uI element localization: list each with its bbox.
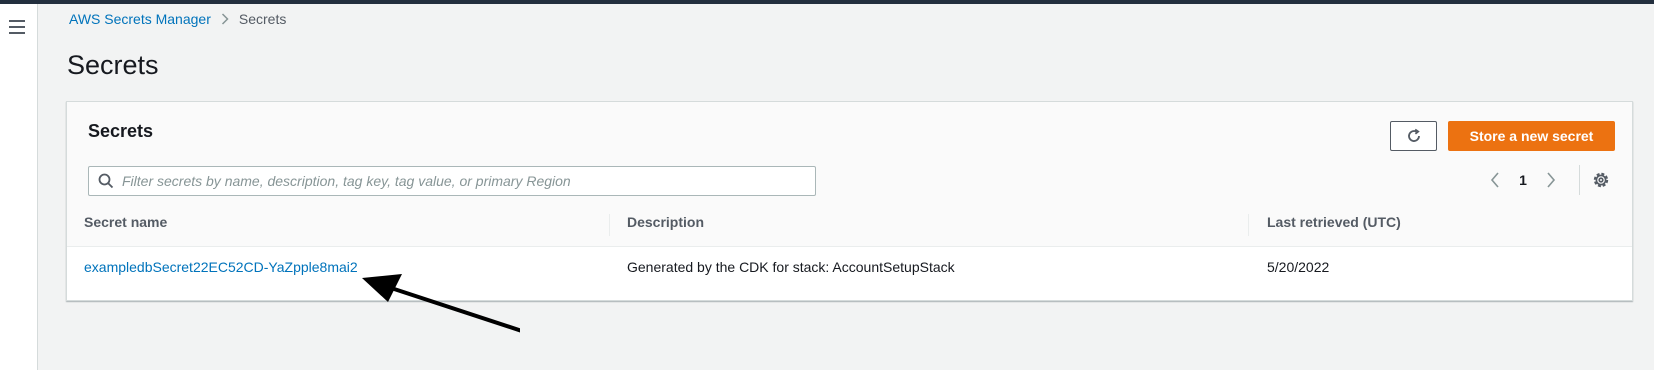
column-header-description[interactable]: Description xyxy=(627,214,704,230)
secret-description: Generated by the CDK for stack: AccountS… xyxy=(627,259,955,275)
search-field[interactable] xyxy=(88,166,816,196)
secret-name-link[interactable]: exampledbSecret22EC52CD-YaZpple8mai2 xyxy=(84,259,358,275)
refresh-button[interactable] xyxy=(1390,121,1437,151)
column-divider xyxy=(1248,214,1249,236)
panel-title: Secrets xyxy=(88,121,154,141)
annotation-arrow-icon xyxy=(362,274,520,333)
previous-page-icon[interactable] xyxy=(1485,172,1505,188)
breadcrumb-current: Secrets xyxy=(238,11,287,27)
column-header-secret-name[interactable]: Secret name xyxy=(84,214,167,230)
current-page-number[interactable]: 1 xyxy=(1505,172,1541,188)
divider xyxy=(1579,165,1580,195)
breadcrumb: AWS Secrets Manager Secrets xyxy=(69,11,286,27)
secret-last-retrieved: 5/20/2022 xyxy=(1267,259,1330,275)
chevron-right-icon xyxy=(221,13,229,25)
secrets-panel: Secrets Store a new secret 1 xyxy=(66,101,1633,301)
search-input[interactable] xyxy=(122,173,802,189)
column-header-last-retrieved[interactable]: Last retrieved (UTC) xyxy=(1267,214,1401,230)
refresh-icon xyxy=(1407,128,1420,142)
pagination: 1 xyxy=(1485,167,1561,193)
search-icon xyxy=(98,173,114,189)
left-nav-rail xyxy=(0,4,38,370)
hamburger-menu-icon[interactable] xyxy=(9,20,25,34)
top-bar xyxy=(0,0,1654,4)
page-title: Secrets xyxy=(67,50,159,80)
gear-icon[interactable] xyxy=(1591,170,1611,190)
store-new-secret-button[interactable]: Store a new secret xyxy=(1448,121,1615,151)
next-page-icon[interactable] xyxy=(1541,172,1561,188)
column-divider xyxy=(609,214,610,236)
breadcrumb-service-link[interactable]: AWS Secrets Manager xyxy=(69,11,211,27)
